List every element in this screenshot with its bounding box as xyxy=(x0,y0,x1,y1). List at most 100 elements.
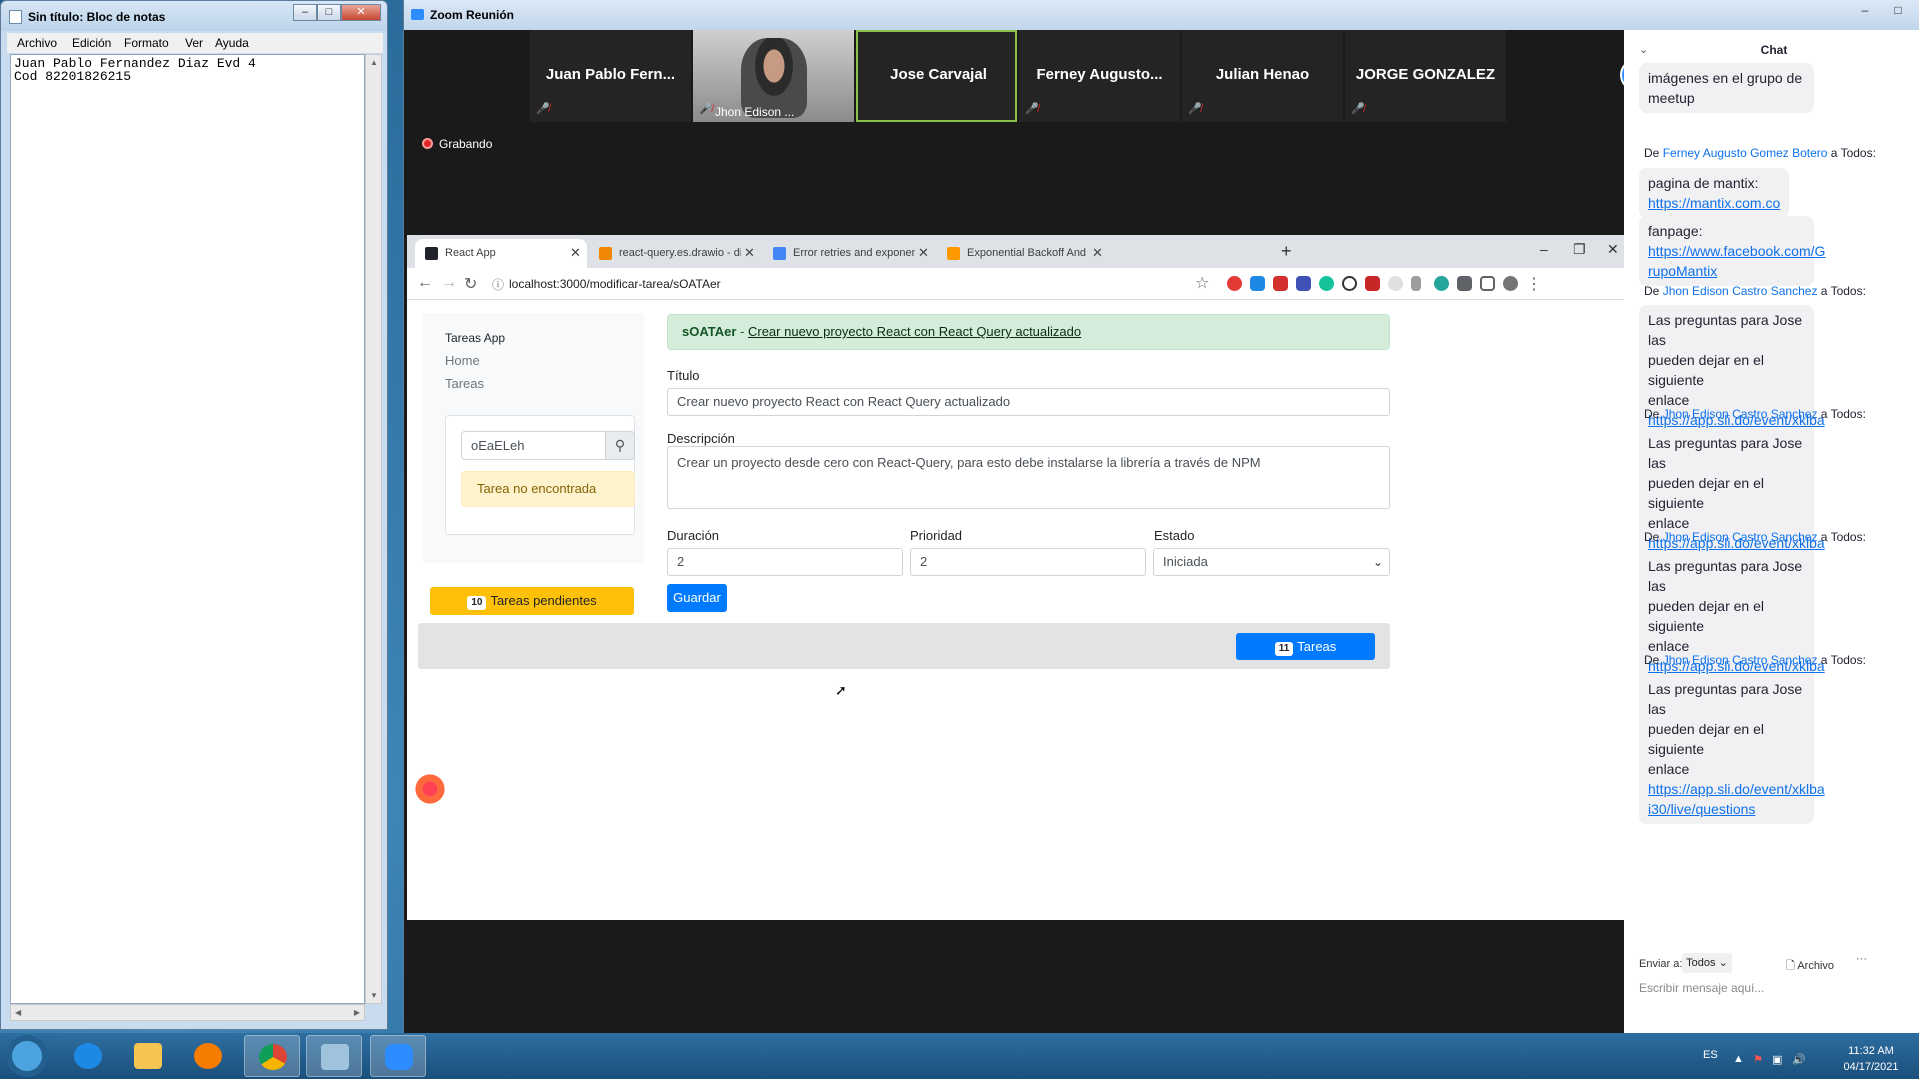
chat-link[interactable]: i30/live/questions xyxy=(1648,799,1805,819)
taskbar-ie[interactable] xyxy=(60,1035,116,1077)
chat-message-text: enlace xyxy=(1648,761,1690,777)
start-button-icon[interactable] xyxy=(6,1035,48,1077)
file-button[interactable]: 🗋 Archivo xyxy=(1786,957,1834,976)
tab-close-icon[interactable]: ✕ xyxy=(744,245,755,261)
estado-select[interactable]: Iniciada ⌄ xyxy=(1153,548,1390,576)
tray-expand-icon[interactable]: ▲ xyxy=(1733,1053,1744,1065)
clock-time[interactable]: 11:32 AM xyxy=(1838,1045,1904,1057)
duracion-input[interactable]: 2 xyxy=(667,548,903,576)
taskbar-notepad[interactable] xyxy=(306,1035,362,1077)
scroll-left-icon[interactable]: ◀ xyxy=(15,1008,21,1017)
react-favicon-icon xyxy=(425,247,438,260)
participant-tile[interactable]: Ferney Augusto... 🎤̸ xyxy=(1019,30,1180,122)
app-brand[interactable]: Tareas App xyxy=(445,331,505,345)
tab-close-icon[interactable]: ✕ xyxy=(1092,245,1103,261)
prioridad-input[interactable]: 2 xyxy=(910,548,1146,576)
notepad-text-area[interactable]: Juan Pablo Fernandez Diaz Evd 4 Cod 8220… xyxy=(10,54,365,1004)
network-icon[interactable]: ▣ xyxy=(1772,1053,1782,1066)
titulo-input[interactable]: Crear nuevo proyecto React con React Que… xyxy=(667,388,1390,416)
tab-close-icon[interactable]: ✕ xyxy=(570,245,581,261)
forward-arrow-icon[interactable]: → xyxy=(441,274,457,292)
volume-icon[interactable]: 🔊 xyxy=(1792,1053,1806,1066)
recording-indicator[interactable]: Grabando xyxy=(422,137,492,151)
taskbar-explorer[interactable] xyxy=(120,1035,176,1077)
browser-restore-icon[interactable]: ❐ xyxy=(1573,241,1586,258)
scroll-down-icon[interactable]: ▼ xyxy=(370,991,378,1000)
action-center-flag-icon[interactable]: ⚑ xyxy=(1753,1053,1763,1066)
pending-tasks-button[interactable]: 10 Tareas pendientes xyxy=(430,587,634,615)
search-input[interactable] xyxy=(461,431,606,460)
clock-date[interactable]: 04/17/2021 xyxy=(1838,1061,1904,1073)
menu-formato[interactable]: Formato xyxy=(124,36,169,50)
participant-tile[interactable]: Julian Henao 🎤̸ xyxy=(1182,30,1343,122)
participant-tile-active-speaker[interactable]: Jose Carvajal xyxy=(856,30,1017,122)
nav-link-home[interactable]: Home xyxy=(445,353,480,368)
react-query-devtools-icon[interactable] xyxy=(413,772,447,806)
browser-tab-active[interactable]: React App ✕ xyxy=(415,239,587,268)
extension-icon[interactable] xyxy=(1296,276,1311,291)
zoom-titlebar[interactable]: Zoom Reunión – □ xyxy=(404,0,1919,30)
chat-message-input[interactable]: Escribir mensaje aquí... xyxy=(1639,981,1764,995)
profile-avatar[interactable] xyxy=(1503,276,1518,291)
eyedropper-icon[interactable] xyxy=(1411,276,1421,291)
participant-tile[interactable]: Juan Pablo Fern... 🎤̸ xyxy=(530,30,691,122)
back-arrow-icon[interactable]: ← xyxy=(417,274,433,292)
minimize-button[interactable]: – xyxy=(293,4,317,21)
browser-tab[interactable]: Error retries and exponential bac ✕ xyxy=(763,239,935,268)
zoom-maximize-button[interactable]: □ xyxy=(1884,3,1912,21)
browser-minimize-icon[interactable]: – xyxy=(1540,241,1548,257)
site-info-icon[interactable]: ⓘ xyxy=(492,276,504,293)
browser-close-icon[interactable]: ✕ xyxy=(1607,241,1619,258)
taskbar-media-player[interactable] xyxy=(180,1035,236,1077)
zoom-minimize-button[interactable]: – xyxy=(1851,3,1879,21)
descripcion-textarea[interactable]: Crear un proyecto desde cero con React-Q… xyxy=(667,446,1390,509)
language-indicator[interactable]: ES xyxy=(1703,1049,1718,1061)
menu-ver[interactable]: Ver xyxy=(185,36,203,50)
taskbar-chrome[interactable] xyxy=(244,1035,300,1077)
menu-edicion[interactable]: Edición xyxy=(72,36,111,50)
extension-icon[interactable] xyxy=(1388,276,1403,291)
browser-tab[interactable]: Exponential Backoff And Jitter | A ✕ xyxy=(937,239,1109,268)
notepad-vertical-scrollbar[interactable]: ▲ ▼ xyxy=(365,54,382,1004)
chat-link[interactable]: rupoMantix xyxy=(1648,261,1805,281)
grammarly-icon[interactable] xyxy=(1319,276,1334,291)
menu-ayuda[interactable]: Ayuda xyxy=(215,36,249,50)
block-icon[interactable] xyxy=(1342,276,1357,291)
new-tab-plus-icon[interactable]: + xyxy=(1281,241,1292,262)
extensions-puzzle-icon[interactable] xyxy=(1457,276,1472,291)
notepad-titlebar[interactable]: Sin título: Bloc de notas – □ ✕ xyxy=(1,1,387,31)
cast-icon[interactable] xyxy=(1480,276,1495,291)
participant-tile-video[interactable]: 🎤̸ Jhon Edison ... xyxy=(693,30,854,122)
extension-icon[interactable] xyxy=(1227,276,1242,291)
participant-tile[interactable]: JORGE GONZALEZ 🎤̸ xyxy=(1345,30,1506,122)
tasks-button[interactable]: 11 Tareas xyxy=(1236,633,1375,660)
extension-icon[interactable] xyxy=(1250,276,1265,291)
close-button[interactable]: ✕ xyxy=(341,4,381,21)
tasks-count-badge: 11 xyxy=(1274,642,1294,656)
tab-close-icon[interactable]: ✕ xyxy=(918,245,929,261)
send-to-dropdown[interactable]: Todos ⌄ xyxy=(1682,953,1732,973)
notepad-horizontal-scrollbar[interactable]: ◀ ▶ xyxy=(10,1004,365,1021)
maximize-button[interactable]: □ xyxy=(317,4,341,21)
search-icon[interactable]: ⚲ xyxy=(605,431,635,460)
bookmark-star-icon[interactable]: ☆ xyxy=(1195,273,1209,293)
extension-icon[interactable] xyxy=(1365,276,1380,291)
browser-tab[interactable]: react-query.es.drawio - diagrams ✕ xyxy=(589,239,761,268)
save-button[interactable]: Guardar xyxy=(667,584,727,612)
chat-link[interactable]: https://mantix.com.co xyxy=(1648,193,1780,213)
browser-menu-icon[interactable]: ⋮ xyxy=(1526,274,1542,294)
reload-icon[interactable]: ↻ xyxy=(464,274,477,294)
scroll-up-icon[interactable]: ▲ xyxy=(370,58,378,67)
zoom-icon xyxy=(385,1044,413,1070)
taskbar-zoom[interactable] xyxy=(370,1035,426,1077)
nav-link-tareas[interactable]: Tareas xyxy=(445,376,484,391)
chat-link[interactable]: https://www.facebook.com/G xyxy=(1648,241,1825,261)
scroll-right-icon[interactable]: ▶ xyxy=(354,1008,360,1017)
chat-link[interactable]: https://app.sli.do/event/xklba xyxy=(1648,779,1825,799)
extension-icon[interactable] xyxy=(1434,276,1449,291)
sender-recipient: a Todos: xyxy=(1817,284,1866,298)
task-title-link[interactable]: Crear nuevo proyecto React con React Que… xyxy=(748,324,1081,339)
menu-archivo[interactable]: Archivo xyxy=(17,36,57,50)
more-options-icon[interactable]: ··· xyxy=(1856,953,1867,965)
extension-icon[interactable] xyxy=(1273,276,1288,291)
